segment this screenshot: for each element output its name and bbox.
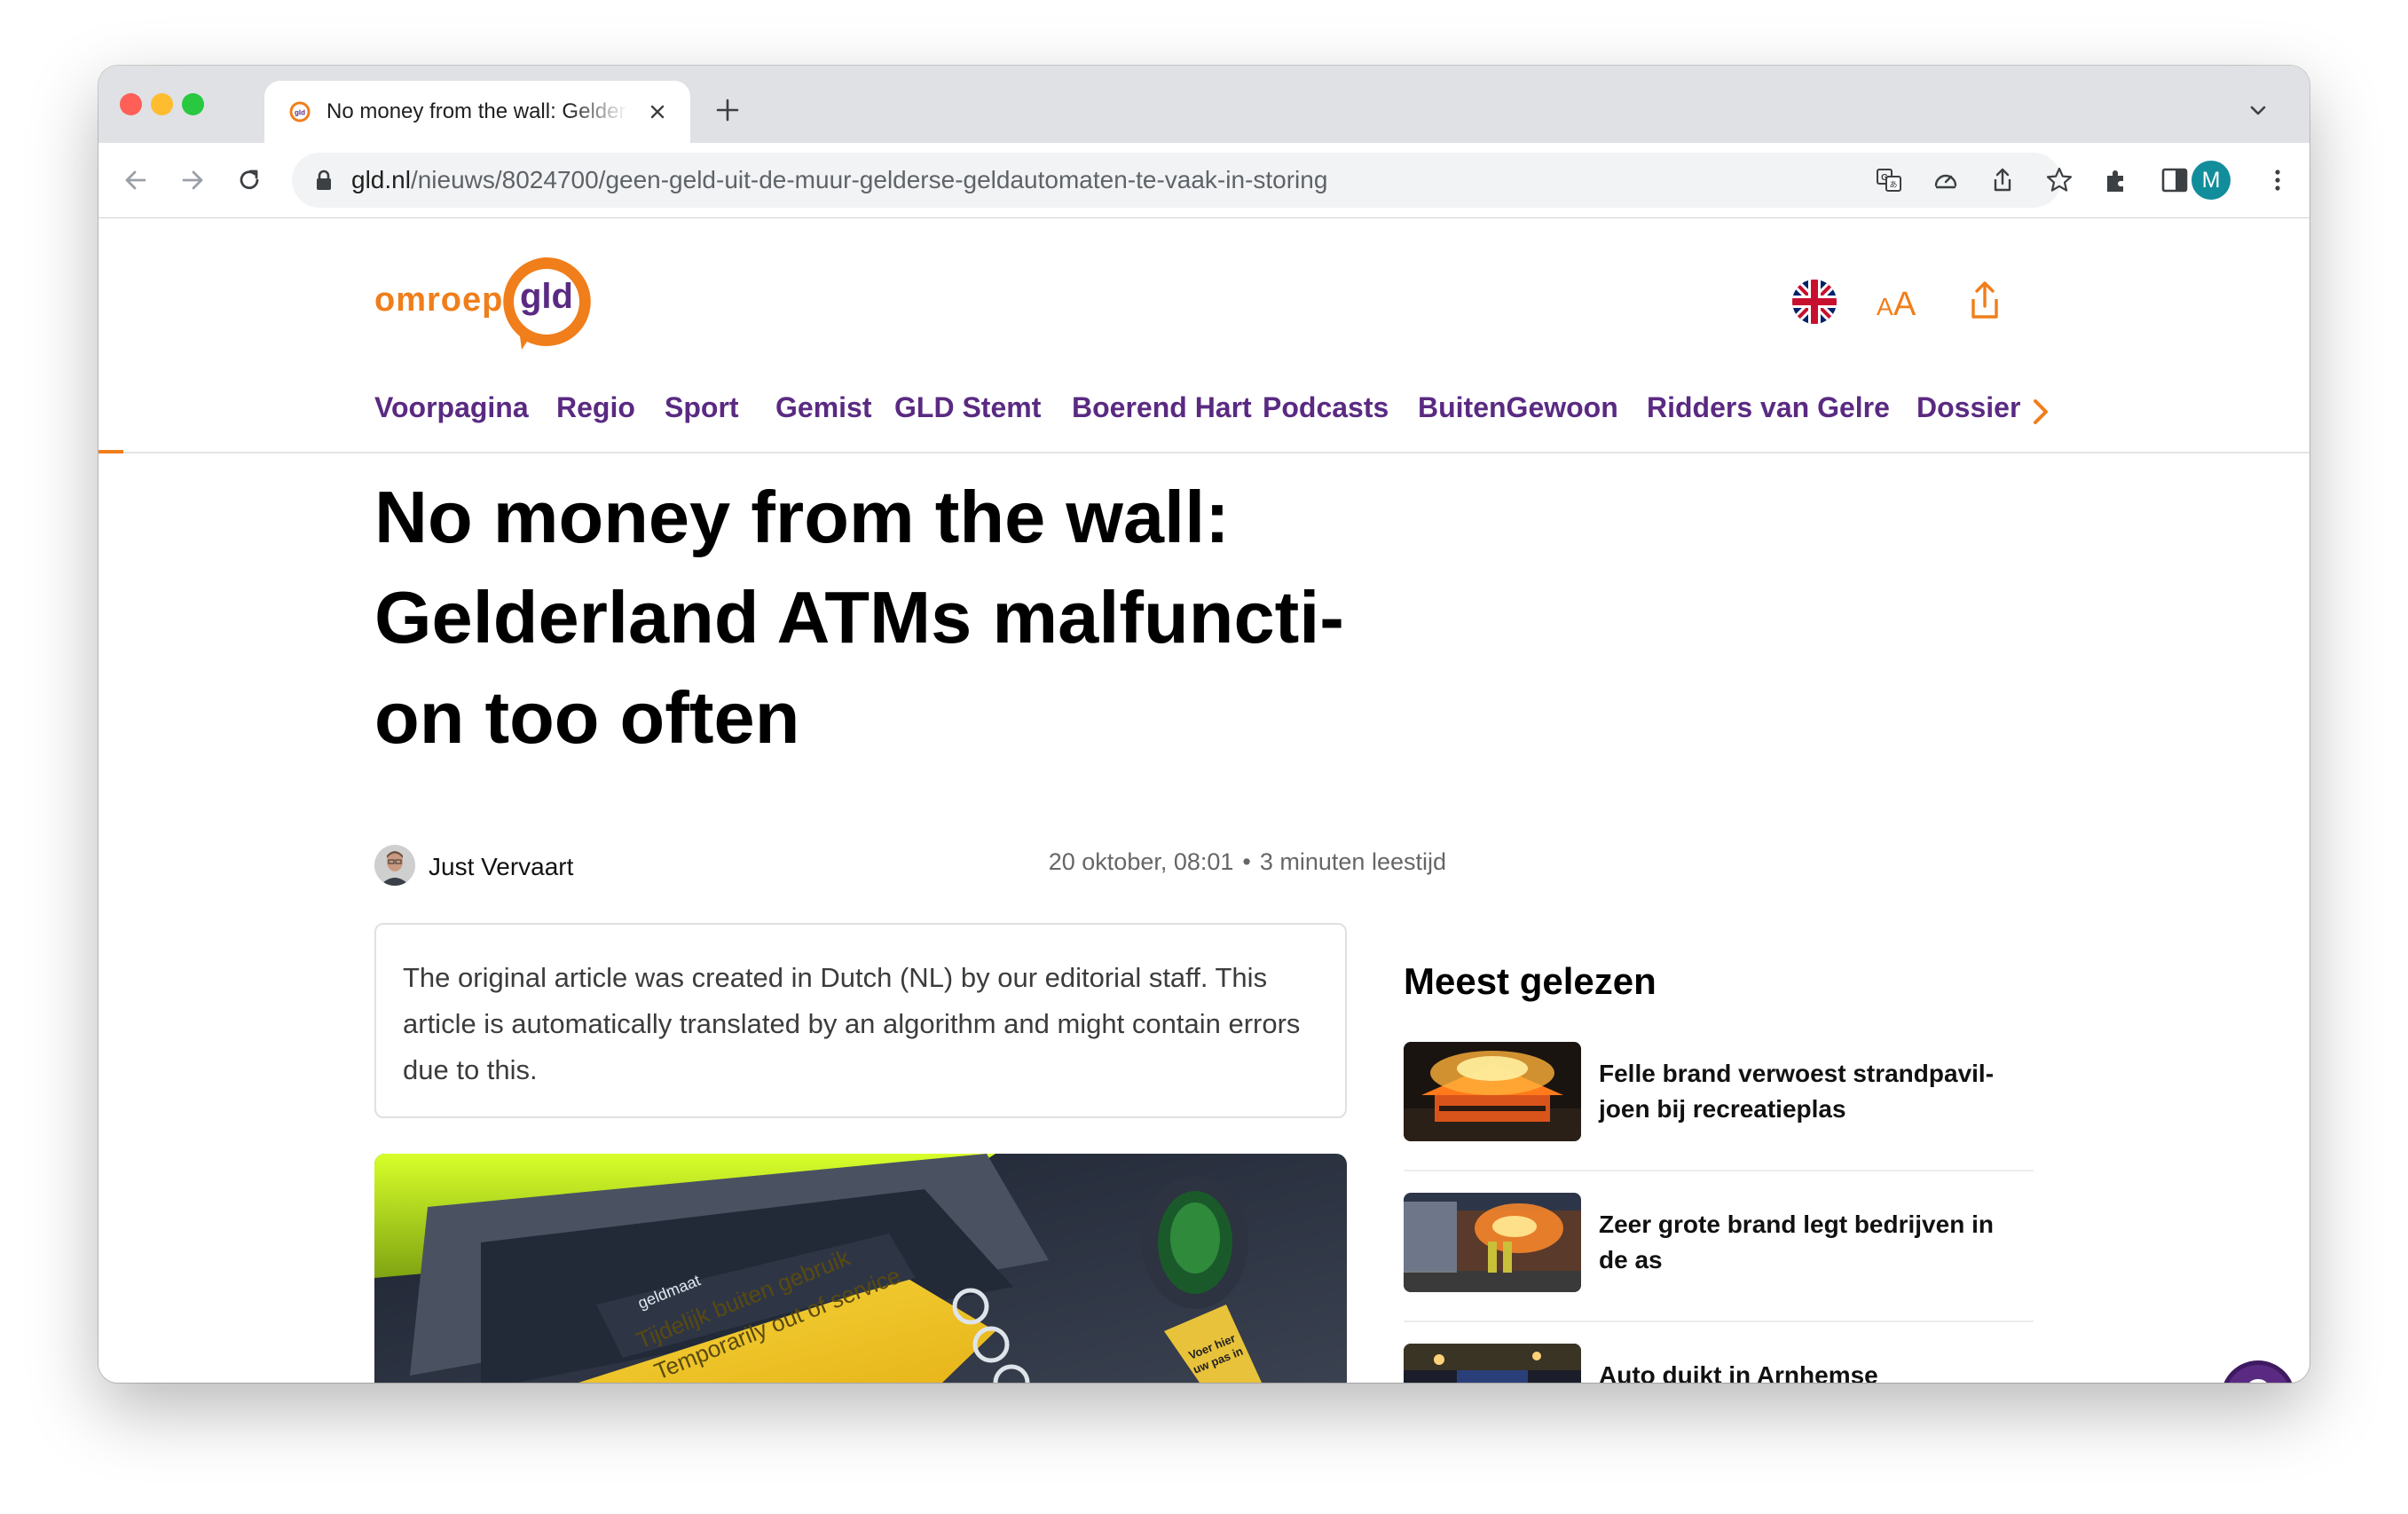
back-icon[interactable] (120, 164, 152, 196)
most-read-thumbnail (1404, 1042, 1581, 1141)
url-path: /nieuws/8024700/geen-geld-uit-de-muur-ge… (410, 166, 1328, 193)
notifications-button[interactable] (2221, 1360, 2295, 1383)
web-page: omroep gld A A Voorpagina Regio Sport Ge… (98, 218, 2310, 1383)
svg-text:あ: あ (1889, 180, 1897, 190)
svg-text:G: G (1881, 173, 1888, 183)
minimize-window-button[interactable] (151, 93, 173, 115)
text-size-icon[interactable]: A A (1874, 278, 1922, 326)
uk-flag-icon[interactable] (1790, 278, 1838, 326)
most-read-thumbnail (1404, 1193, 1581, 1292)
extensions-icon[interactable] (2101, 164, 2133, 196)
article-headline: No money from the wall: Gelderland ATMs … (374, 476, 1344, 759)
most-read-headline: Felle brand verwoest strandpavil-joen bi… (1599, 1060, 1995, 1123)
address-bar[interactable]: gld.nl/nieuws/8024700/geen-geld-uit-de-m… (292, 153, 2073, 208)
atm-photo: Tijdelijk buiten gebruik Temporarily out… (374, 1154, 1347, 1383)
nav-item-dossier[interactable]: Dossier (1916, 391, 2020, 424)
svg-text:A: A (1893, 286, 1916, 323)
reading-time: 3 minuten leestijd (1259, 848, 1446, 875)
url-text: gld.nl/nieuws/8024700/geen-geld-uit-de-m… (351, 166, 1327, 194)
author-avatar[interactable] (374, 845, 415, 886)
fire-business-photo (1404, 1193, 1581, 1292)
tab-title: No money from the wall: Gelderland ATMs … (327, 99, 628, 123)
most-read-headline: Auto duikt in Arnhemse (1599, 1361, 1878, 1383)
bell-icon (2249, 1379, 2267, 1383)
new-tab-icon[interactable] (715, 98, 740, 122)
logo-gld-text: gld (520, 277, 573, 316)
menu-icon[interactable] (2262, 164, 2294, 196)
nav-item-sport[interactable]: Sport (665, 391, 739, 424)
author-photo-icon (374, 845, 415, 886)
performance-icon[interactable] (1932, 166, 1960, 194)
nav-item-buitengewoon[interactable]: BuitenGewoon (1418, 391, 1618, 424)
browser-window: gld No money from the wall: Gelderland A… (98, 66, 2310, 1383)
reload-icon[interactable] (233, 164, 265, 196)
browser-toolbar: gld.nl/nieuws/8024700/geen-geld-uit-de-m… (98, 143, 2310, 218)
nav-scroll-right-icon[interactable] (2029, 394, 2052, 430)
maximize-window-button[interactable] (182, 93, 204, 115)
close-window-button[interactable] (120, 93, 142, 115)
svg-text:A: A (1877, 293, 1893, 320)
close-tab-icon[interactable] (648, 102, 667, 122)
most-read-title: Meest gelezen (1404, 960, 1656, 1002)
article-meta: 20 oktober, 08:01 • 3 minuten leestijd (928, 848, 1446, 876)
main-nav: Voorpagina Regio Sport Gemist GLD Stemt … (374, 391, 2060, 436)
car-canal-photo (1404, 1344, 1581, 1383)
site-logo[interactable]: omroep gld (374, 252, 605, 355)
profile-avatar[interactable]: M (2192, 161, 2231, 200)
meta-separator: • (1242, 848, 1251, 875)
logo-wordmark: omroep (374, 281, 504, 319)
nav-item-ridders-van-gelre[interactable]: Ridders van Gelre (1647, 391, 1890, 424)
most-read-thumbnail (1404, 1344, 1581, 1383)
nav-item-podcasts[interactable]: Podcasts (1263, 391, 1389, 424)
nav-item-voorpagina[interactable]: Voorpagina (374, 391, 529, 424)
tab-strip: gld No money from the wall: Gelderland A… (98, 66, 2310, 143)
most-read-item[interactable]: Zeer grote brand legt bedrijven in de as (1404, 1193, 2034, 1344)
url-host: gld.nl (351, 166, 411, 193)
most-read-item[interactable]: Felle brand verwoest strandpavil-joen bi… (1404, 1042, 2034, 1193)
most-read-divider (1404, 1321, 2034, 1322)
article-hero-image[interactable]: Tijdelijk buiten gebruik Temporarily out… (374, 1154, 1347, 1383)
gld-favicon-icon: gld (289, 101, 311, 122)
fire-pavilion-photo (1404, 1042, 1581, 1141)
tab-active[interactable]: gld No money from the wall: Gelderland A… (264, 81, 690, 143)
forward-icon[interactable] (177, 164, 209, 196)
nav-item-gld-stemt[interactable]: GLD Stemt (894, 391, 1041, 424)
author-name[interactable]: Just Vervaart (429, 853, 573, 881)
translate-icon[interactable]: G あ (1875, 166, 1903, 194)
translation-notice: The original article was created in Dutc… (374, 923, 1347, 1118)
share-article-icon[interactable] (1961, 278, 2009, 326)
star-icon[interactable] (2045, 166, 2074, 194)
side-panel-icon[interactable] (2159, 164, 2191, 196)
publish-date: 20 oktober, 08:01 (1048, 848, 1234, 875)
most-read-item[interactable]: Auto duikt in Arnhemse (1404, 1344, 2034, 1383)
svg-text:gld: gld (295, 109, 305, 117)
lock-icon[interactable] (315, 170, 333, 191)
share-icon[interactable] (1988, 166, 2017, 194)
nav-divider (98, 452, 2310, 453)
nav-item-gemist[interactable]: Gemist (775, 391, 871, 424)
most-read-headline: Zeer grote brand legt bedrijven in de as (1599, 1210, 1994, 1273)
nav-active-indicator (98, 450, 123, 453)
tab-search-icon[interactable] (2247, 99, 2269, 121)
nav-item-boerend-hart[interactable]: Boerend Hart (1072, 391, 1252, 424)
nav-item-regio[interactable]: Regio (556, 391, 635, 424)
most-read-divider (1404, 1170, 2034, 1171)
